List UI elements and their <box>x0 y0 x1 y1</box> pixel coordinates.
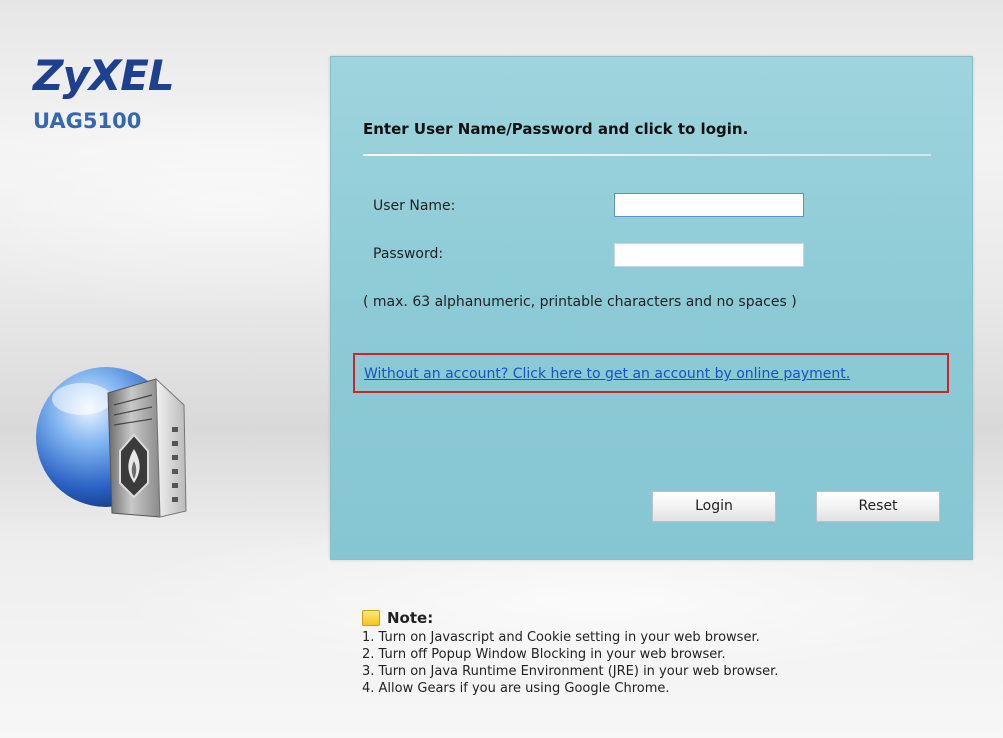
browser-note: Note: 1. Turn on Javascript and Cookie s… <box>362 608 778 697</box>
note-item: 4. Allow Gears if you are using Google C… <box>362 681 670 696</box>
note-title: Note: <box>387 609 434 627</box>
note-item: 1. Turn on Javascript and Cookie setting… <box>362 630 760 645</box>
note-list: 1. Turn on Javascript and Cookie setting… <box>362 629 778 697</box>
login-title: Enter User Name/Password and click to lo… <box>363 120 749 138</box>
device-model: UAG5100 <box>33 109 142 133</box>
globe-firewall-icon <box>36 367 187 518</box>
login-panel: Enter User Name/Password and click to lo… <box>330 56 973 560</box>
password-input[interactable] <box>614 243 804 267</box>
note-item: 3. Turn on Java Runtime Environment (JRE… <box>362 664 779 679</box>
note-icon <box>362 610 380 626</box>
note-item: 2. Turn off Popup Window Blocking in you… <box>362 647 726 662</box>
note-heading: Note: <box>362 608 778 628</box>
password-label: Password: <box>373 246 444 262</box>
username-label: User Name: <box>373 198 456 214</box>
brand-block: ZyXEL UAG5100 <box>33 51 175 134</box>
zyxel-logo: ZyXEL <box>33 51 175 100</box>
login-button[interactable]: Login <box>652 491 776 522</box>
username-input[interactable] <box>614 193 804 217</box>
online-payment-account-link[interactable]: Without an account? Click here to get an… <box>364 366 850 382</box>
password-hint: ( max. 63 alphanumeric, printable charac… <box>363 294 797 310</box>
reset-button[interactable]: Reset <box>816 491 940 522</box>
title-divider <box>363 154 931 156</box>
